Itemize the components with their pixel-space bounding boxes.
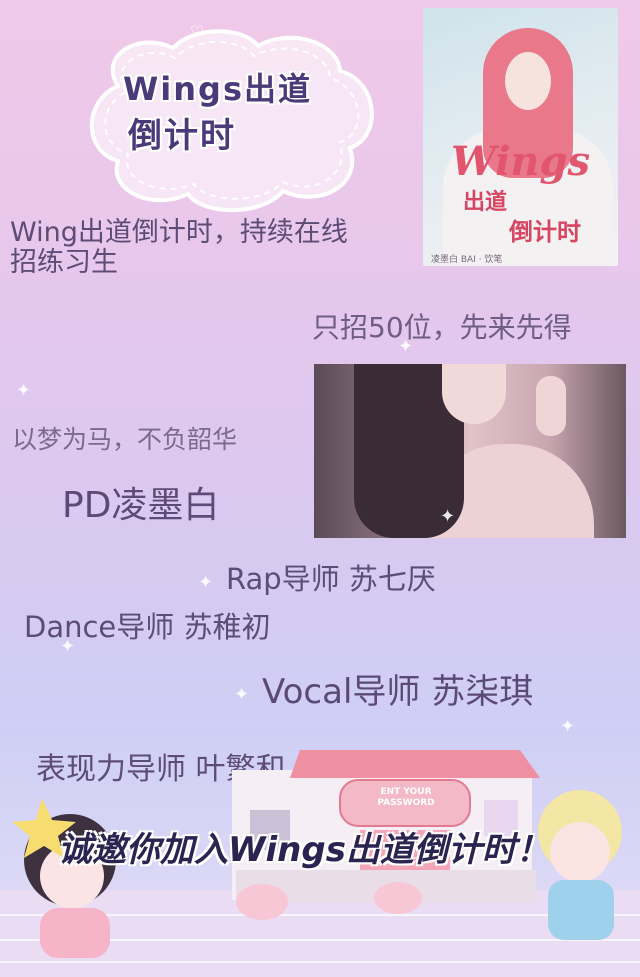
countdown-text-line1: Wing出道倒计时，持续在线 xyxy=(10,217,348,248)
heart-icon: ♡ xyxy=(190,22,205,41)
poster-credit: 凌墨白 BAI · 饮笔 xyxy=(431,255,503,265)
shop-sign-text: ENT YOUR PASSWORD xyxy=(377,787,435,808)
invite-text: 诚邀你加入Wings出道倒计时！ xyxy=(58,830,550,870)
sparkle-icon: ✦ xyxy=(198,572,214,593)
limit-text: 只招50位，先来先得 xyxy=(312,311,572,344)
countdown-text-line2: 招练习生 xyxy=(10,247,118,278)
page-title-line2: 倒计时 xyxy=(128,116,236,156)
sparkle-icon: ✦ xyxy=(560,716,576,737)
sparkle-icon: ✦ xyxy=(60,636,76,657)
sparkle-icon: ✦ xyxy=(234,684,250,705)
portrait-photo xyxy=(314,364,626,538)
rap-mentor-text: Rap导师 苏七厌 xyxy=(226,562,436,596)
vocal-mentor-text: Vocal导师 苏柒琪 xyxy=(262,672,534,712)
pd-text: PD凌墨白 xyxy=(62,485,220,526)
poster-subtitle-2: 倒计时 xyxy=(509,218,581,246)
slogan-text: 以梦为马，不负韶华 xyxy=(12,425,238,454)
sparkle-icon: ✦ xyxy=(398,336,414,357)
sparkle-icon: ✦ xyxy=(16,380,32,401)
page-title-line1: Wings出道 xyxy=(123,70,313,108)
poster-subtitle-1: 出道 xyxy=(463,190,508,215)
sparkle-icon: ✦ xyxy=(440,506,456,527)
poster-title: Wings xyxy=(451,138,590,185)
poster-image: Wings 出道 倒计时 凌墨白 BAI · 饮笔 xyxy=(423,8,618,266)
